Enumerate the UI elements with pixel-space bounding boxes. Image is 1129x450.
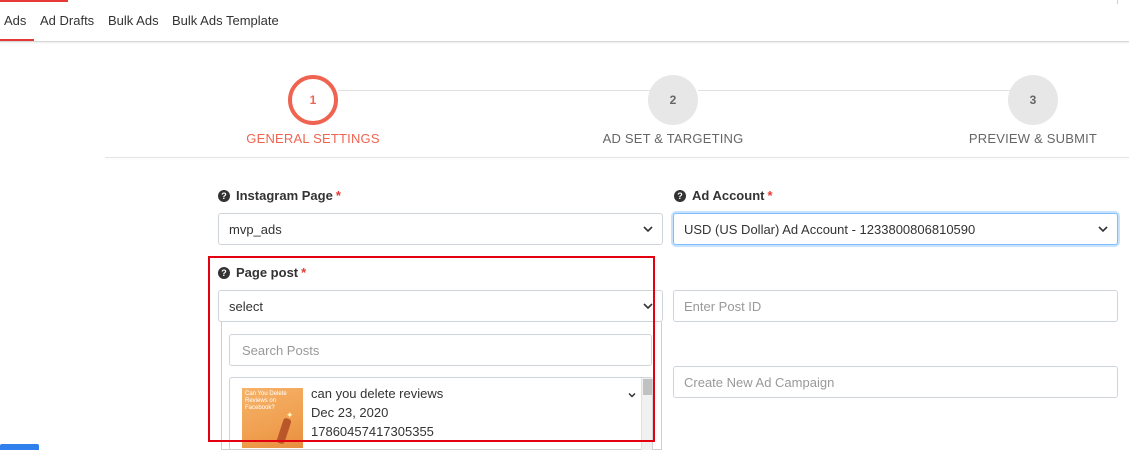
step-3-circle[interactable]: 3 xyxy=(1008,75,1058,125)
required-mark: * xyxy=(767,188,773,203)
top-accent-bar xyxy=(0,0,68,2)
chevron-down-icon xyxy=(1098,226,1108,233)
post-thumbnail: Can You Delete Reviews on Facebook? ✦ xyxy=(242,388,303,448)
step-1-circle[interactable]: 1 xyxy=(288,75,338,125)
step-3-number: 3 xyxy=(1029,93,1037,107)
hand-graphic xyxy=(276,417,292,445)
top-nav-bar: Ads Ad Drafts Bulk Ads Bulk Ads Template xyxy=(0,0,1129,42)
page-post-label: ? Page post * xyxy=(218,265,306,280)
required-mark: * xyxy=(301,265,307,280)
scrollbar[interactable] xyxy=(641,378,652,450)
page-post-value: select xyxy=(229,298,263,314)
instagram-page-label: ? Instagram Page * xyxy=(218,188,341,203)
step-connector-1 xyxy=(338,90,650,91)
search-posts-placeholder: Search Posts xyxy=(242,342,320,358)
chevron-down-icon xyxy=(643,226,653,233)
help-icon: ? xyxy=(674,189,686,202)
page-post-select[interactable]: select xyxy=(218,290,663,322)
post-id: 17860457417305355 xyxy=(311,424,434,439)
thumbnail-text: Can You Delete Reviews on Facebook? xyxy=(245,391,287,411)
step-1-number: 1 xyxy=(309,93,317,107)
post-list[interactable]: Can You Delete Reviews on Facebook? ✦ ca… xyxy=(229,377,653,450)
ad-account-label: ? Ad Account * xyxy=(674,188,773,203)
ad-account-label-text: Ad Account xyxy=(692,188,765,203)
post-title[interactable]: can you delete reviews xyxy=(311,386,443,401)
tab-bulk-ads[interactable]: Bulk Ads xyxy=(108,13,159,28)
chevron-down-icon xyxy=(643,303,653,310)
step-2-circle[interactable]: 2 xyxy=(648,75,698,125)
post-id-placeholder: Enter Post ID xyxy=(684,298,762,314)
tab-ads[interactable]: Ads xyxy=(4,13,26,28)
ad-account-value: USD (US Dollar) Ad Account - 12338008068… xyxy=(684,221,976,237)
step-connector-2 xyxy=(698,90,1010,91)
page-post-label-text: Page post xyxy=(236,265,299,280)
search-posts-input[interactable]: Search Posts xyxy=(229,334,652,366)
tab-ad-drafts[interactable]: Ad Drafts xyxy=(40,13,94,28)
step-2-label: AD SET & TARGETING xyxy=(602,131,744,146)
required-mark: * xyxy=(335,188,341,203)
scrollbar-thumb[interactable] xyxy=(643,379,652,395)
instagram-page-label-text: Instagram Page xyxy=(236,188,333,203)
ad-campaign-placeholder: Create New Ad Campaign xyxy=(684,374,835,390)
active-tab-indicator xyxy=(0,39,34,41)
help-icon: ? xyxy=(218,189,230,202)
step-3-label: PREVIEW & SUBMIT xyxy=(968,131,1098,146)
chevron-down-icon[interactable] xyxy=(627,390,637,400)
instagram-page-select[interactable]: mvp_ads xyxy=(218,213,663,245)
post-id-input[interactable]: Enter Post ID xyxy=(673,290,1118,322)
instagram-page-value: mvp_ads xyxy=(229,221,282,237)
ad-campaign-input[interactable]: Create New Ad Campaign xyxy=(673,366,1118,398)
step-2-number: 2 xyxy=(669,93,677,107)
divider xyxy=(1117,0,1118,4)
step-1-label: GENERAL SETTINGS xyxy=(246,131,380,146)
tab-bulk-ads-template[interactable]: Bulk Ads Template xyxy=(172,13,279,28)
ad-account-select[interactable]: USD (US Dollar) Ad Account - 12338008068… xyxy=(673,213,1118,245)
partial-button[interactable] xyxy=(0,444,39,450)
help-icon: ? xyxy=(218,266,230,279)
post-date: Dec 23, 2020 xyxy=(311,405,389,420)
stepper-divider xyxy=(105,157,1129,158)
